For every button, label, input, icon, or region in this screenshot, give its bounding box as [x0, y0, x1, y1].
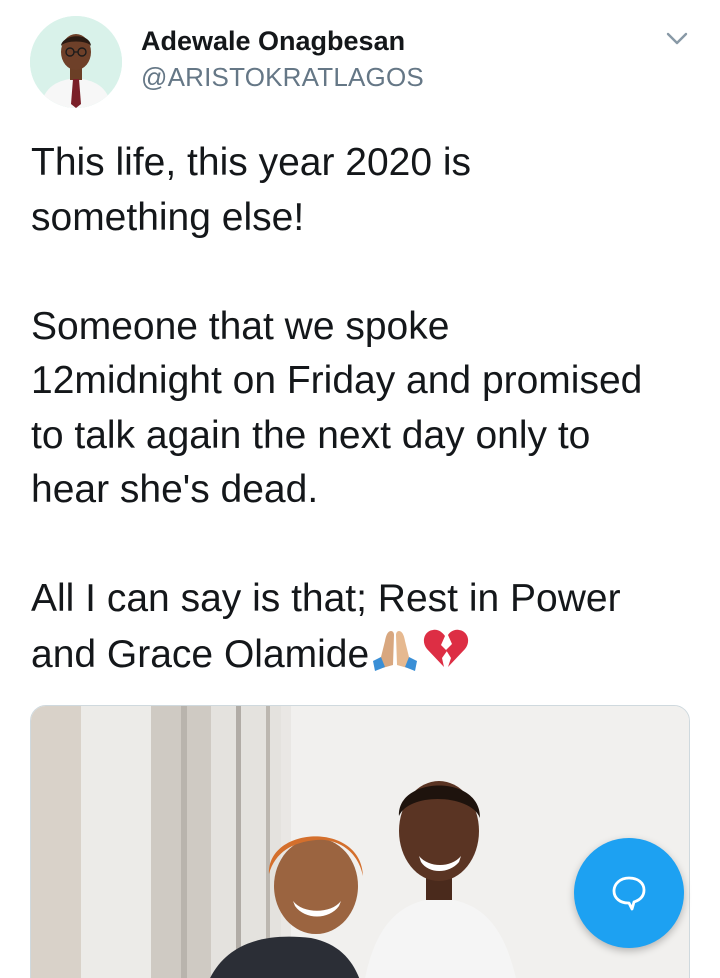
- user-handle[interactable]: @ARISTOKRATLAGOS: [141, 62, 424, 93]
- tweet-text-line: Someone that we spoke: [31, 304, 450, 348]
- tweet-text-line: This life, this year 2020 is: [31, 141, 472, 184]
- tweet-media-photo[interactable]: [30, 705, 690, 978]
- tweet-text-line: 12midnight on Friday and promised: [31, 359, 643, 402]
- tweet-text-line: All I can say is that; Rest in Power: [31, 577, 621, 620]
- tweet-text-line-with-emoji: and Grace Olamide: [31, 627, 711, 687]
- broken-heart-icon: [421, 627, 471, 687]
- tweet-text: This life, this year 2020 is something e…: [31, 136, 711, 686]
- tweet-text-fragment: and Grace Olamide: [31, 632, 370, 676]
- folded-hands-icon: [369, 627, 421, 687]
- display-name[interactable]: Adewale Onagbesan: [141, 26, 405, 57]
- avatar[interactable]: [30, 16, 122, 108]
- compose-tweet-button[interactable]: [574, 838, 684, 948]
- compose-tweet-icon: [612, 876, 646, 911]
- profile-photo: [30, 16, 122, 108]
- tweet-text-line: hear she's dead.: [31, 468, 319, 511]
- photo: [31, 706, 689, 978]
- tweet-text-line: to talk again the next day only to: [31, 413, 591, 457]
- tweet-detail: Adewale Onagbesan @ARISTOKRATLAGOS This …: [0, 0, 720, 978]
- tweet-text-line: something else!: [31, 195, 305, 239]
- chevron-down-icon[interactable]: [664, 28, 690, 50]
